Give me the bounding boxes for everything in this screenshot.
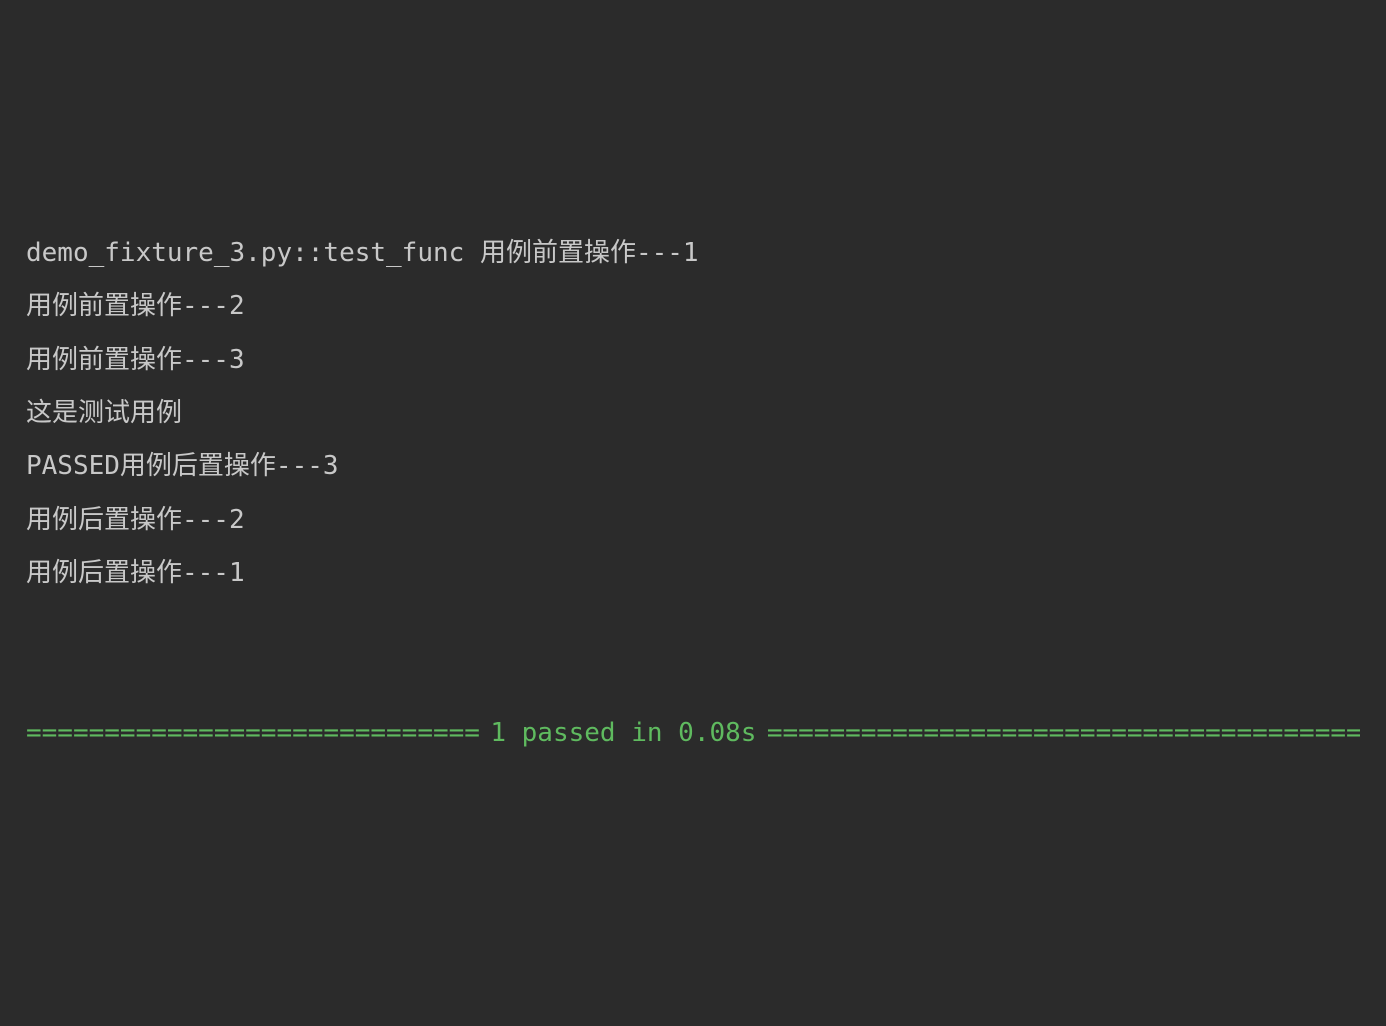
summary-text: 1 passed in 0.08s	[480, 707, 767, 760]
output-line: 用例前置操作---2	[26, 280, 1360, 333]
status-passed: PASSED	[26, 451, 120, 481]
output-line: 这是测试用例	[26, 387, 1360, 440]
rule-left: =============================	[26, 707, 480, 760]
output-line: demo_fixture_3.py::test_func 用例前置操作---1	[26, 227, 1360, 280]
summary-line: =============================1 passed in…	[26, 707, 1360, 760]
output-line: 用例后置操作---1	[26, 547, 1360, 600]
output-line: PASSED用例后置操作---3	[26, 440, 1360, 493]
output-text: 用例后置操作---3	[120, 451, 339, 481]
rule-right: ========================================…	[767, 707, 1360, 760]
output-line: 用例前置操作---3	[26, 334, 1360, 387]
output-line: 用例后置操作---2	[26, 494, 1360, 547]
